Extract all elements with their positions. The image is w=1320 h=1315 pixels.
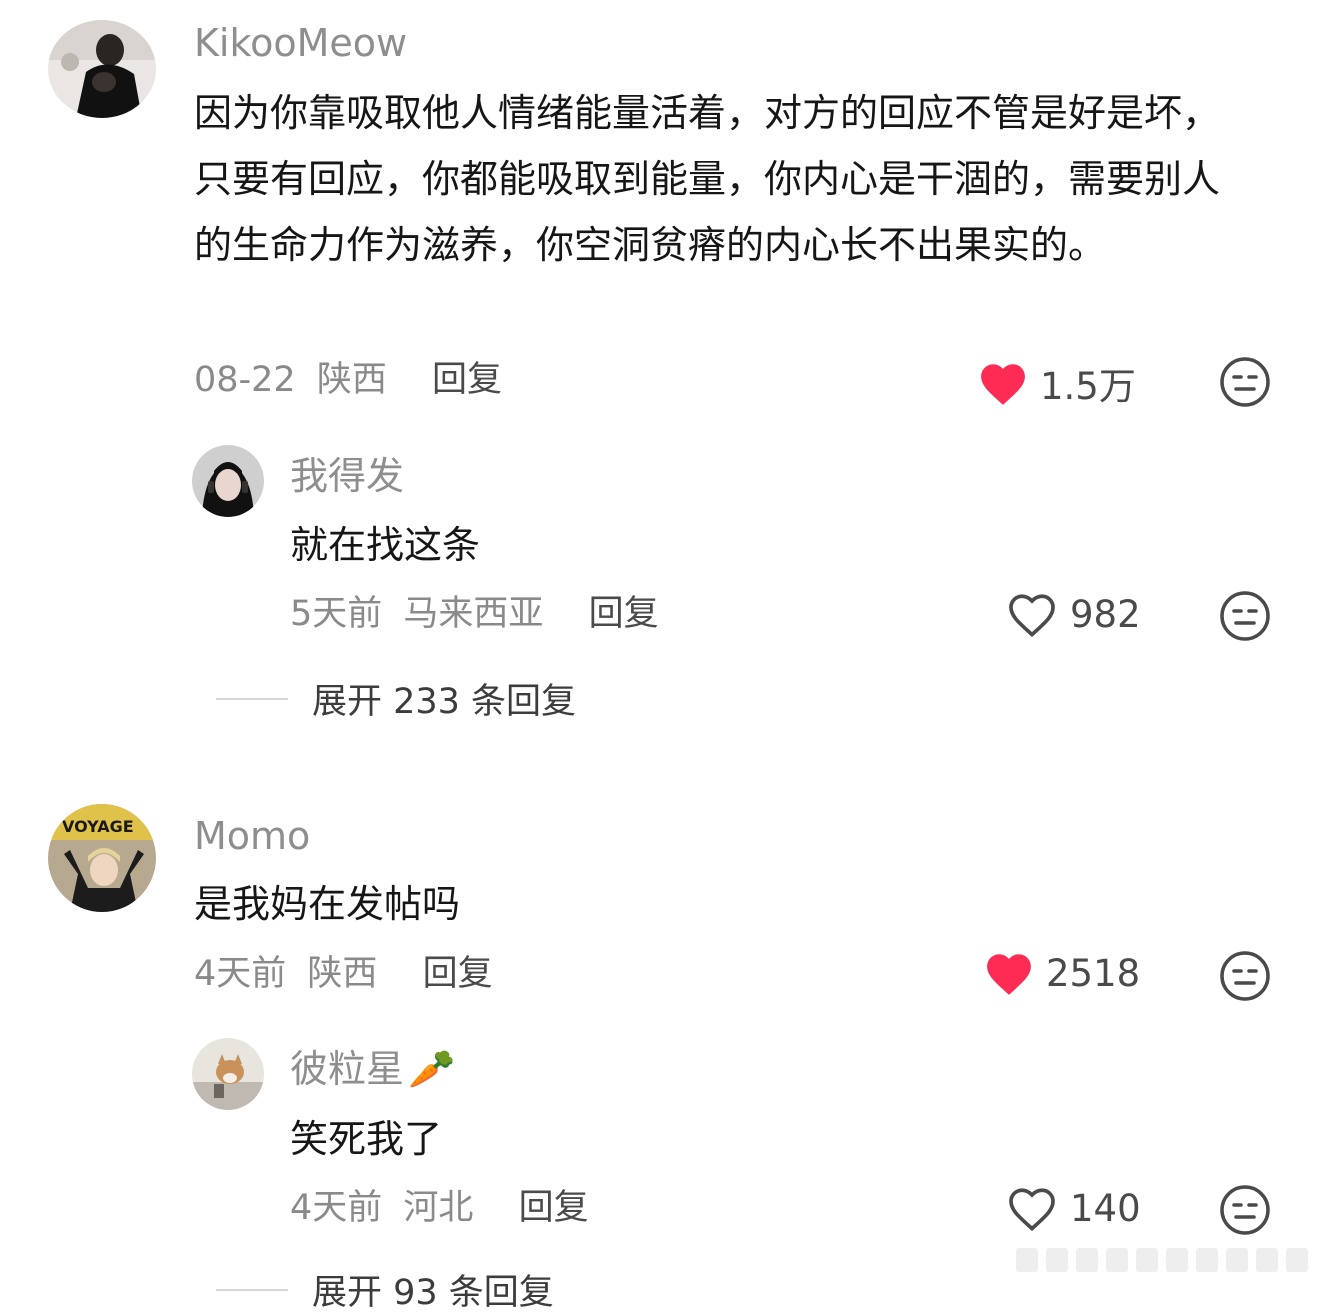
watermark	[1012, 1244, 1312, 1276]
like-button[interactable]: 982	[1006, 590, 1141, 638]
divider	[216, 697, 288, 700]
avatar[interactable]	[192, 445, 264, 517]
reply-button[interactable]: 回复	[589, 594, 659, 634]
reply-button[interactable]: 回复	[519, 1188, 589, 1228]
dislike-face-icon	[1220, 357, 1270, 407]
reply-date: 5天前	[290, 594, 383, 634]
comment-text: 因为你靠吸取他人情绪能量活着，对方的回应不管是好是坏，只要有回应，你都能吸取到能…	[194, 91, 1221, 267]
expand-replies-label: 展开 233 条回复	[312, 682, 577, 722]
like-count: 2518	[1046, 951, 1141, 995]
comment-username[interactable]: Momo	[194, 813, 310, 859]
reply-button[interactable]: 回复	[432, 360, 502, 400]
like-button[interactable]: 2518	[984, 950, 1140, 996]
comment-location: 陕西	[307, 954, 378, 994]
like-count: 982	[1070, 592, 1141, 636]
dislike-face-icon	[1220, 951, 1270, 1001]
avatar[interactable]	[48, 20, 156, 118]
like-count: 1.5万	[1040, 365, 1136, 408]
carrot-emoji-icon: 🥕	[408, 1047, 456, 1091]
avatar[interactable]	[192, 1038, 264, 1110]
comment-location: 陕西	[316, 360, 387, 400]
dislike-face-icon	[1220, 591, 1270, 641]
like-button[interactable]: 1.5万	[978, 356, 1136, 410]
reply-location: 马来西亚	[403, 594, 544, 634]
comment-date: 4天前	[194, 954, 287, 994]
comment-text: 是我妈在发帖吗	[194, 882, 461, 926]
heart-outline-icon	[1009, 594, 1055, 638]
dislike-face-icon	[1220, 1185, 1270, 1235]
expand-replies-button[interactable]: 展开 233 条回复	[216, 673, 576, 724]
reply-username[interactable]: 彼粒星 🥕	[290, 1046, 455, 1092]
dislike-button[interactable]	[1219, 590, 1271, 646]
expand-replies-label: 展开 93 条回复	[312, 1273, 554, 1313]
dislike-button[interactable]	[1219, 1184, 1271, 1240]
like-button[interactable]: 140	[1006, 1184, 1141, 1232]
heart-outline-icon	[1009, 1188, 1055, 1232]
heart-filled-icon	[987, 954, 1031, 995]
reply-meta: 5天前 马来西亚 回复	[290, 592, 659, 636]
reply-text: 就在找这条	[290, 523, 481, 567]
reply-text: 笑死我了	[290, 1117, 443, 1161]
heart-filled-icon	[981, 364, 1025, 405]
avatar[interactable]: VOYAGE	[48, 804, 156, 912]
comment-date: 08-22	[194, 360, 296, 400]
like-count: 140	[1070, 1186, 1141, 1230]
comment-meta: 4天前 陕西 回复	[194, 952, 493, 996]
reply-meta: 4天前 河北 回复	[290, 1186, 589, 1230]
dislike-button[interactable]	[1219, 950, 1271, 1006]
divider	[216, 1288, 288, 1291]
reply-username[interactable]: 我得发	[290, 453, 404, 499]
expand-replies-button[interactable]: 展开 93 条回复	[216, 1264, 554, 1315]
dislike-button[interactable]	[1219, 356, 1271, 412]
reply-date: 4天前	[290, 1188, 383, 1228]
comment-meta: 08-22 陕西 回复	[194, 358, 502, 402]
reply-location: 河北	[403, 1188, 474, 1228]
reply-username-text: 彼粒星	[290, 1047, 405, 1091]
reply-button[interactable]: 回复	[423, 954, 493, 994]
comment-username[interactable]: KikooMeow	[194, 20, 407, 66]
svg-text:VOYAGE: VOYAGE	[62, 817, 134, 836]
